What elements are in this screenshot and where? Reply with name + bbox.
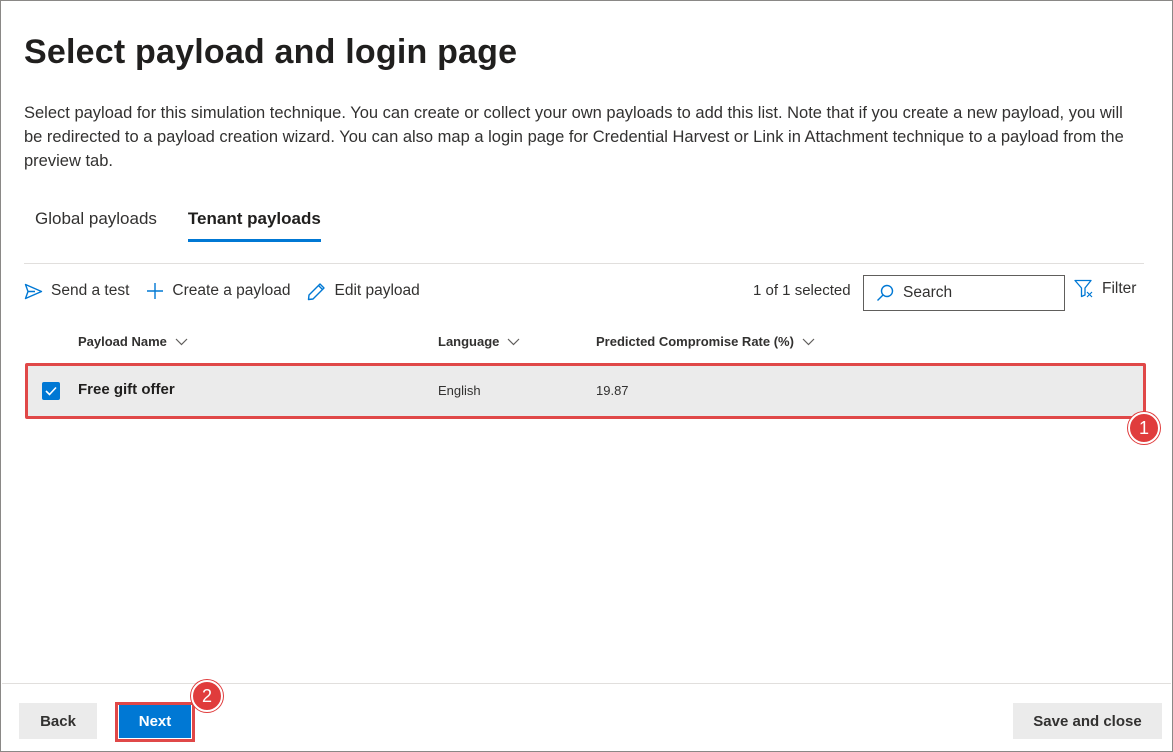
- pencil-icon: [308, 282, 326, 300]
- annotation-badge-1: 1: [1128, 412, 1160, 444]
- column-header-language[interactable]: Language: [438, 334, 520, 349]
- send-test-button[interactable]: Send a test: [24, 282, 129, 300]
- search-icon: [877, 284, 894, 301]
- send-test-label: Send a test: [51, 282, 130, 299]
- command-bar: Send a test Create a payload Edit payloa…: [24, 275, 437, 307]
- row-highlight-outline: [25, 363, 1146, 419]
- column-header-label: Predicted Compromise Rate (%): [596, 334, 794, 349]
- toolbar-divider: [24, 263, 1144, 264]
- column-header-compromise-rate[interactable]: Predicted Compromise Rate (%): [596, 334, 815, 349]
- column-header-label: Payload Name: [78, 334, 167, 349]
- column-header-payload-name[interactable]: Payload Name: [78, 334, 188, 349]
- chevron-down-icon: [175, 338, 188, 345]
- add-icon: [147, 283, 164, 299]
- next-button[interactable]: Next: [119, 705, 191, 738]
- filter-button[interactable]: Filter: [1074, 279, 1136, 298]
- checkmark-icon: [45, 386, 57, 396]
- footer-divider: [2, 683, 1171, 684]
- compromise-rate-cell: 19.87: [596, 383, 629, 398]
- search-input[interactable]: Search: [863, 275, 1065, 311]
- edit-payload-label: Edit payload: [334, 282, 420, 299]
- search-placeholder: Search: [903, 284, 953, 301]
- send-icon: [24, 283, 43, 299]
- row-checkbox[interactable]: [42, 382, 60, 400]
- chevron-down-icon: [507, 338, 520, 345]
- wizard-panel: Select payload and login page Select pay…: [0, 0, 1173, 752]
- selection-count: 1 of 1 selected: [753, 282, 851, 299]
- payload-tabs: Global payloads Tenant payloads: [24, 205, 341, 245]
- tab-global-payloads[interactable]: Global payloads: [24, 205, 168, 245]
- column-header-label: Language: [438, 334, 500, 349]
- page-description: Select payload for this simulation techn…: [24, 104, 1124, 170]
- tab-tenant-payloads[interactable]: Tenant payloads: [177, 205, 332, 245]
- chevron-down-icon: [802, 338, 815, 345]
- payload-name-cell[interactable]: Free gift offer: [78, 381, 175, 398]
- create-payload-label: Create a payload: [172, 282, 291, 299]
- annotation-badge-2: 2: [191, 680, 223, 712]
- filter-label: Filter: [1102, 279, 1137, 297]
- edit-payload-button[interactable]: Edit payload: [307, 282, 420, 301]
- create-payload-button[interactable]: Create a payload: [146, 282, 290, 300]
- filter-icon: [1074, 279, 1093, 298]
- save-and-close-button[interactable]: Save and close: [1013, 703, 1162, 739]
- language-cell: English: [438, 383, 481, 398]
- page-title: Select payload and login page: [24, 33, 518, 71]
- back-button[interactable]: Back: [19, 703, 97, 739]
